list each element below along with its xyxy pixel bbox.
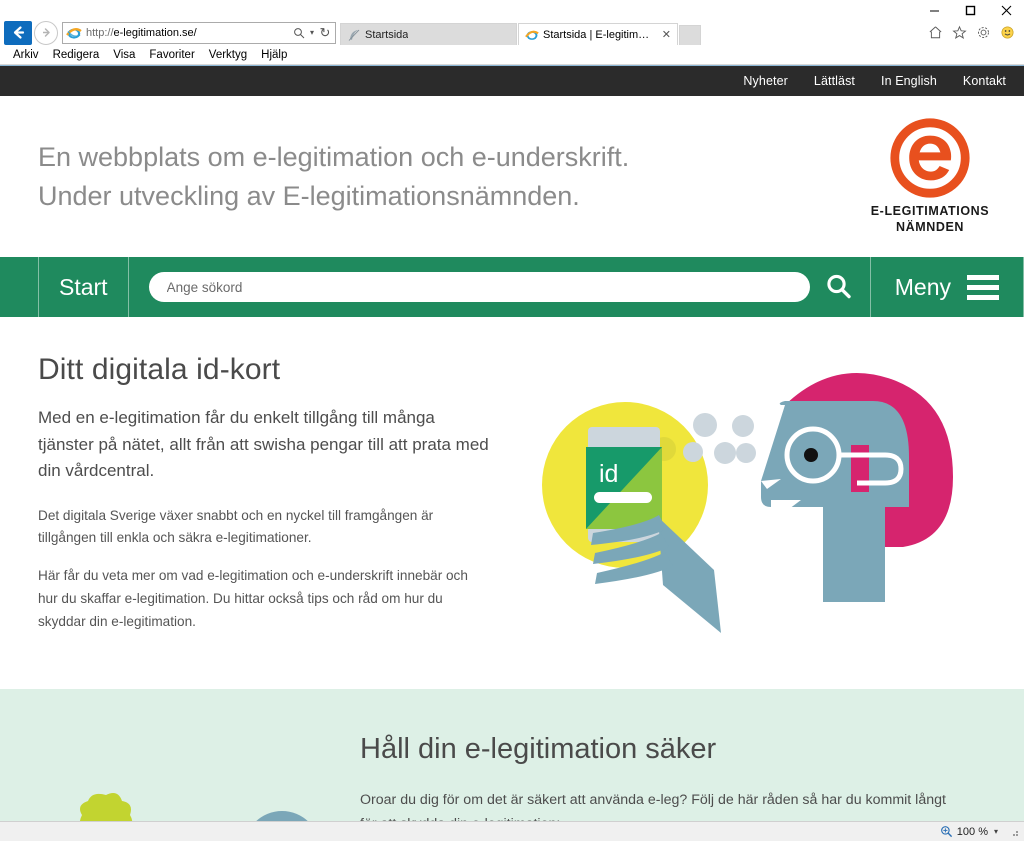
minimize-button[interactable] [916, 0, 952, 20]
search-icon [827, 274, 851, 299]
menu-favoriter[interactable]: Favoriter [142, 46, 201, 64]
utility-link-kontakt[interactable]: Kontakt [963, 74, 1006, 88]
logo-line-1: E-LEGITIMATIONS [870, 203, 990, 218]
url-scheme: http:// [86, 26, 114, 39]
hamburger-menu-icon [967, 274, 999, 300]
address-url: http://e-legitimation.se/ [86, 27, 291, 39]
utility-link-lattlast[interactable]: Lättläst [814, 74, 855, 88]
menu-arkiv[interactable]: Arkiv [6, 46, 46, 64]
ie-favicon-icon [525, 30, 539, 40]
menu-toggle-button[interactable]: Meny [869, 257, 1024, 317]
intro-lede: Med en e-legitimation får du enkelt till… [38, 408, 489, 481]
menu-toggle-label: Meny [894, 273, 951, 300]
utility-link-nyheter[interactable]: Nyheter [743, 74, 787, 88]
search-input[interactable] [148, 272, 810, 302]
site-header: En webbplats om e-legitimation och e-und… [0, 96, 1024, 257]
orange-e-circle-logo-icon [890, 118, 970, 198]
new-tab-button[interactable] [679, 25, 701, 45]
padlocks-and-person-illustration-icon [79, 792, 308, 821]
logo-wordmark: E-LEGITIMATIONS NÄMNDEN [871, 204, 990, 235]
site-search [129, 270, 870, 304]
chevron-down-icon[interactable]: ▾ [307, 24, 317, 42]
back-button[interactable] [4, 20, 32, 45]
feather-favicon-icon [348, 29, 360, 41]
tab-startsida-elegitimation[interactable]: Startsida | E-legitimation.se ✕ [518, 23, 678, 45]
security-section-heading: Håll din e-legitimation säker [360, 732, 717, 765]
browser-tool-icons [924, 22, 1024, 44]
intro-section: Ditt digitala id-kort Med en e-legitimat… [0, 317, 1024, 689]
tab-label: Startsida [365, 28, 409, 41]
person-with-phone-id-card-illustration-icon: id [542, 372, 953, 633]
refresh-icon[interactable]: ↻ [317, 24, 333, 42]
nav-start-link[interactable]: Start [39, 257, 129, 317]
home-icon[interactable] [924, 22, 946, 44]
site-tagline: En webbplats om e-legitimation och e-und… [38, 138, 629, 215]
utility-link-in-english[interactable]: In English [881, 74, 937, 88]
logo-line-2: NÄMNDEN [895, 219, 965, 234]
menu-verktyg[interactable]: Verktyg [202, 46, 254, 64]
zoom-dropdown-caret-icon[interactable]: ▾ [992, 827, 1004, 836]
tab-label: Startsida | E-legitimation.se [543, 28, 654, 41]
url-host: e-legitimation.se/ [113, 26, 197, 39]
browser-status-bar: 100 % ▾ [0, 821, 1024, 841]
security-section-paragraph: Oroar du dig för om det är säkert att an… [360, 791, 946, 821]
favorites-star-icon[interactable] [948, 22, 970, 44]
site-main-nav: Start Meny [0, 257, 1024, 317]
search-button[interactable] [822, 270, 856, 304]
tagline-line-1: En webbplats om e-legitimation och e-und… [38, 142, 630, 173]
intro-text-column: Ditt digitala id-kort Med en e-legitimat… [38, 353, 490, 649]
intro-paragraph-2: Här får du veta mer om vad e-legitimatio… [38, 568, 468, 629]
menu-hjalp[interactable]: Hjälp [254, 46, 294, 64]
intro-paragraph-1: Det digitala Sverige växer snabbt och en… [38, 507, 434, 546]
security-section: Håll din e-legitimation säker Oroar du d… [0, 688, 1024, 821]
menu-visa[interactable]: Visa [106, 46, 142, 64]
intro-illustration-column: id [510, 353, 986, 649]
tab-startsida[interactable]: Startsida [340, 23, 517, 45]
resize-grip-icon[interactable] [1008, 826, 1020, 838]
address-search-icon[interactable] [291, 24, 307, 42]
browser-window: http://e-legitimation.se/ ▾ ↻ Startsida … [0, 0, 1024, 841]
address-bar[interactable]: http://e-legitimation.se/ ▾ ↻ [62, 21, 336, 44]
svg-text:id: id [599, 460, 618, 488]
menu-redigera[interactable]: Redigera [46, 46, 107, 64]
site-utility-nav: Nyheter Lättläst In English Kontakt [0, 66, 1024, 96]
tagline-line-2: Under utveckling av E-legitimationsnämnd… [38, 180, 580, 211]
tab-close-icon[interactable]: ✕ [662, 28, 671, 41]
close-button[interactable] [988, 0, 1024, 20]
browser-toolbar: http://e-legitimation.se/ ▾ ↻ Startsida … [0, 20, 1024, 45]
smiley-feedback-icon[interactable] [996, 22, 1018, 44]
page-title: Ditt digitala id-kort [38, 353, 281, 386]
menu-bar: Arkiv Redigera Visa Favoriter Verktyg Hj… [0, 45, 1024, 65]
zoom-level-label[interactable]: 100 % [957, 826, 988, 838]
website-content: Nyheter Lättläst In English Kontakt En w… [0, 66, 1024, 821]
page-viewport: Nyheter Lättläst In English Kontakt En w… [0, 65, 1024, 821]
settings-gear-icon[interactable] [972, 22, 994, 44]
tab-strip: Startsida Startsida | E-legitimation.se … [340, 20, 924, 45]
zoom-magnifier-icon[interactable] [940, 825, 953, 838]
ie-favicon-icon [66, 27, 82, 39]
site-logo[interactable]: E-LEGITIMATIONS NÄMNDEN [854, 118, 1006, 235]
maximize-button[interactable] [952, 0, 988, 20]
window-titlebar [0, 0, 1024, 20]
forward-button[interactable] [34, 20, 58, 45]
